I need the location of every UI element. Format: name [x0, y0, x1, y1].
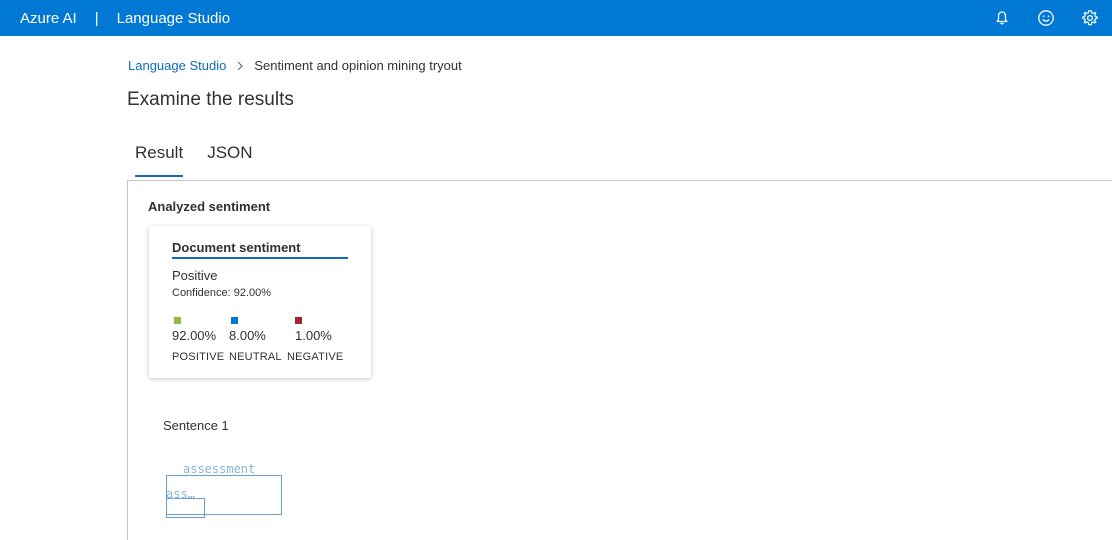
feedback-button[interactable] [1024, 0, 1068, 36]
score-neutral: 8.00% NEUTRAL [229, 317, 282, 363]
chevron-right-icon [236, 61, 244, 71]
positive-swatch [174, 317, 181, 324]
confidence-value: Confidence: 92.00% [172, 287, 272, 299]
neutral-swatch [231, 317, 238, 324]
assessment-inner-box[interactable] [166, 498, 205, 518]
result-tabs: Result JSON [135, 143, 277, 177]
top-bar: Azure AI | Language Studio [0, 0, 1112, 36]
breadcrumb: Language Studio Sentiment and opinion mi… [128, 58, 462, 73]
tab-result[interactable]: Result [135, 143, 184, 177]
score-positive: 92.00% POSITIVE [172, 317, 224, 363]
score-negative: 1.00% NEGATIVE [287, 317, 343, 363]
negative-label: NEGATIVE [287, 351, 344, 363]
section-label: Analyzed sentiment [148, 199, 271, 214]
top-bar-actions [980, 0, 1112, 36]
tab-json[interactable]: JSON [207, 143, 252, 177]
neutral-label: NEUTRAL [229, 351, 282, 363]
sentiment-value: Positive [172, 268, 218, 283]
header-separator: | [94, 9, 99, 27]
neutral-score: 8.00% [229, 328, 266, 343]
card-title: Document sentiment [172, 240, 348, 259]
brand-link[interactable]: Azure AI [20, 10, 77, 27]
gear-icon [1082, 10, 1098, 26]
settings-button[interactable] [1068, 0, 1112, 36]
assessment-label: assessment [183, 462, 256, 476]
negative-swatch [295, 317, 302, 324]
smiley-icon [1038, 10, 1054, 26]
positive-label: POSITIVE [172, 351, 225, 363]
breadcrumb-root-link[interactable]: Language Studio [128, 58, 226, 73]
positive-score: 92.00% [172, 328, 217, 343]
page-title: Examine the results [127, 89, 294, 110]
notifications-button[interactable] [980, 0, 1024, 36]
results-panel: Analyzed sentiment Document sentiment Po… [127, 180, 1112, 540]
sentence-label: Sentence 1 [163, 418, 229, 433]
product-title[interactable]: Language Studio [117, 10, 230, 27]
document-sentiment-card: Document sentiment Positive Confidence: … [149, 226, 371, 378]
bell-icon [996, 11, 1008, 25]
breadcrumb-current: Sentiment and opinion mining tryout [254, 58, 462, 73]
negative-score: 1.00% [295, 328, 332, 343]
